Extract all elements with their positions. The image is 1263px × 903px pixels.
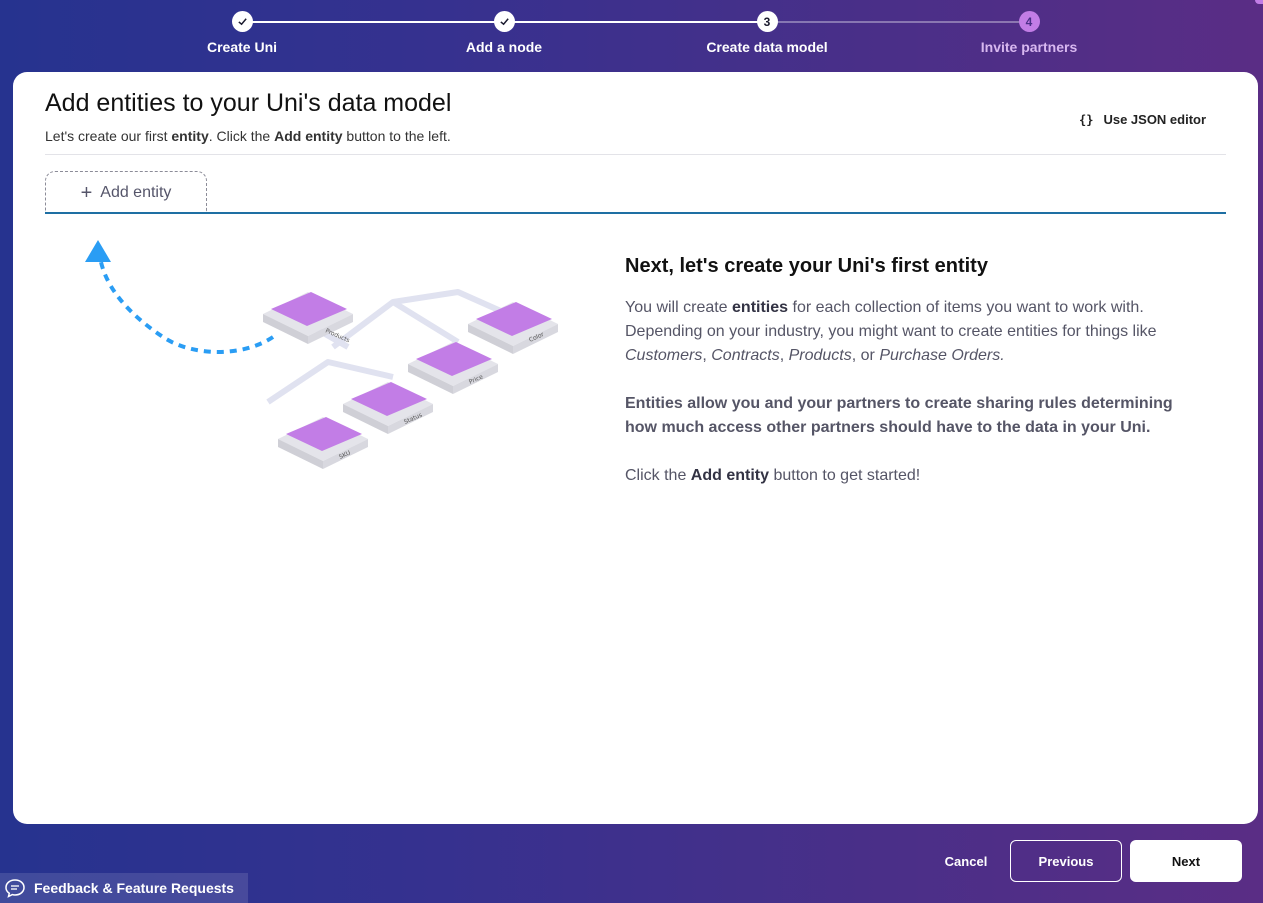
step-label: Add a node [465, 39, 543, 55]
subtitle-entity: entity [171, 128, 209, 144]
info-text: , [779, 347, 789, 364]
feedback-label: Feedback & Feature Requests [34, 880, 234, 896]
info-paragraph-2: Entities allow you and your partners to … [625, 395, 1173, 436]
info-customers: Customers [625, 347, 703, 364]
step-number: 3 [756, 11, 778, 32]
main-card: Add entities to your Uni's data model Le… [13, 72, 1258, 824]
corner-decoration [1255, 0, 1263, 4]
step-create-data-model: 3 Create data model [667, 11, 867, 55]
subtitle-text: Let's create our first [45, 128, 172, 144]
step-label: Invite partners [980, 39, 1078, 55]
info-text: button to get started! [769, 467, 921, 484]
check-icon [493, 11, 515, 32]
data-model-illustration: Products Color Price Status SKU [85, 240, 558, 469]
chat-bubble-icon [5, 879, 25, 898]
step-label: Create Uni [206, 39, 278, 55]
use-json-editor-button[interactable]: {} Use JSON editor [1079, 112, 1206, 127]
braces-icon: {} [1079, 112, 1094, 127]
step-create-uni: Create Uni [142, 11, 342, 55]
json-editor-label: Use JSON editor [1103, 112, 1207, 127]
info-title: Next, let's create your Uni's first enti… [625, 255, 988, 277]
add-entity-label: Add entity [100, 183, 172, 201]
info-purchase-orders: Purchase Orders. [879, 347, 1005, 364]
feedback-button[interactable]: Feedback & Feature Requests [0, 873, 248, 903]
info-text: , [702, 347, 712, 364]
page-title: Add entities to your Uni's data model [45, 89, 452, 117]
add-entity-tab[interactable]: + Add entity [45, 171, 207, 213]
subtitle-add-entity: Add entity [274, 128, 343, 144]
info-panel: Next, let's create your Uni's first enti… [625, 255, 1205, 512]
cancel-button[interactable]: Cancel [938, 840, 994, 882]
subtitle-text: . Click the [208, 128, 275, 144]
page-subtitle: Let's create our first entity. Click the… [45, 128, 451, 144]
dashed-arrow-icon [85, 240, 275, 354]
tab-underline [45, 212, 1226, 214]
info-contracts: Contracts [711, 347, 780, 364]
info-text: You will create [625, 299, 733, 316]
tile-price: Price [408, 342, 498, 394]
info-paragraph-3: Click the Add entity button to get start… [625, 464, 1205, 488]
step-add-node: Add a node [404, 11, 604, 55]
tile-sku: SKU [278, 417, 368, 469]
info-entities: entities [732, 299, 789, 316]
tile-products: Products [263, 292, 353, 344]
step-invite-partners: 4 Invite partners [929, 11, 1129, 55]
tile-color: Color [468, 302, 558, 354]
divider [45, 154, 1226, 155]
progress-stepper: Create Uni Add a node 3 Create data mode… [0, 0, 1263, 70]
info-add-entity: Add entity [690, 467, 770, 484]
plus-icon: + [80, 181, 93, 204]
info-products: Products [788, 347, 852, 364]
step-label: Create data model [706, 39, 828, 55]
info-text: , or [851, 347, 880, 364]
subtitle-text: button to the left. [342, 128, 451, 144]
check-icon [231, 11, 253, 32]
previous-button[interactable]: Previous [1010, 840, 1122, 882]
tile-status: Status [343, 382, 433, 434]
info-paragraph-1: You will create entities for each collec… [625, 296, 1205, 368]
next-button[interactable]: Next [1130, 840, 1242, 882]
step-number: 4 [1018, 11, 1040, 32]
info-text: Click the [625, 467, 691, 484]
